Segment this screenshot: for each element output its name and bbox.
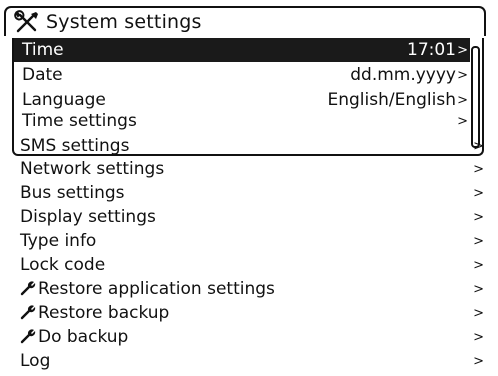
- list-item-display-settings[interactable]: Display settings >: [12, 205, 484, 229]
- chevron-right-icon: >: [457, 92, 468, 108]
- submenu-item-label: Language: [22, 90, 106, 110]
- wrench-icon: [20, 280, 36, 296]
- list-item-label: SMS settings: [20, 136, 130, 156]
- chevron-right-icon: >: [473, 185, 484, 201]
- chevron-right-icon: >: [473, 305, 484, 321]
- chevron-right-icon: >: [457, 113, 468, 129]
- list-item-label: Lock code: [20, 255, 106, 275]
- list-item-label: Restore backup: [38, 303, 170, 323]
- chevron-right-icon: >: [473, 233, 484, 249]
- list-item-label: Network settings: [20, 159, 165, 179]
- submenu-item-value: dd.mm.yyyy: [350, 65, 456, 85]
- list-item-bus-settings[interactable]: Bus settings >: [12, 181, 484, 205]
- list-item-label-wrap: Restore backup: [12, 303, 470, 323]
- list-item-label: Type info: [20, 231, 97, 251]
- list-item-label: Restore application settings: [38, 279, 275, 299]
- submenu-item-value: 17:01: [407, 40, 456, 60]
- list-item-do-backup[interactable]: Do backup >: [12, 325, 484, 349]
- chevron-right-icon: >: [457, 67, 468, 83]
- submenu-item-time-settings[interactable]: Time settings >: [14, 110, 470, 132]
- chevron-right-icon: >: [457, 42, 468, 58]
- tools-icon: [14, 10, 40, 34]
- wrench-icon: [20, 328, 36, 344]
- submenu-item-date[interactable]: Date dd.mm.yyyy >: [14, 63, 470, 87]
- list-item-label-wrap: Restore application settings: [12, 279, 470, 299]
- chevron-right-icon: >: [473, 138, 484, 154]
- list-item-type-info[interactable]: Type info >: [12, 229, 484, 253]
- submenu-item-label: Date: [22, 65, 63, 85]
- list-item-label-wrap: Do backup: [12, 327, 470, 347]
- list-item-label: Bus settings: [20, 183, 125, 203]
- submenu-item-language[interactable]: Language English/English >: [14, 88, 470, 112]
- chevron-right-icon: >: [473, 257, 484, 273]
- list-item-lock-code[interactable]: Lock code >: [12, 253, 484, 277]
- submenu-item-value: English/English: [327, 90, 457, 110]
- list-item-restore-application-settings[interactable]: Restore application settings >: [12, 277, 484, 301]
- chevron-right-icon: >: [473, 281, 484, 297]
- chevron-right-icon: >: [473, 353, 484, 369]
- list-item-restore-backup[interactable]: Restore backup >: [12, 301, 484, 325]
- list-item-label: Do backup: [38, 327, 129, 347]
- chevron-right-icon: >: [473, 209, 484, 225]
- wrench-icon: [20, 304, 36, 320]
- list-item-label: Display settings: [20, 207, 156, 227]
- list-item-sms-settings[interactable]: SMS settings >: [12, 134, 484, 158]
- list-item-network-settings[interactable]: Network settings >: [12, 157, 484, 181]
- device-screen: System settings Time 17:01 > Date dd.mm.…: [0, 0, 498, 376]
- submenu-item-time[interactable]: Time 17:01 >: [14, 38, 470, 62]
- page-title: System settings: [46, 11, 202, 33]
- list-item-label: Log: [20, 351, 51, 371]
- chevron-right-icon: >: [473, 329, 484, 345]
- submenu-item-label: Time settings: [22, 111, 137, 131]
- list-item-log[interactable]: Log >: [12, 349, 484, 373]
- chevron-right-icon: >: [473, 161, 484, 177]
- scrollbar-thumb[interactable]: [471, 46, 480, 148]
- submenu-item-label: Time: [22, 40, 64, 60]
- title-bar: System settings: [4, 6, 486, 36]
